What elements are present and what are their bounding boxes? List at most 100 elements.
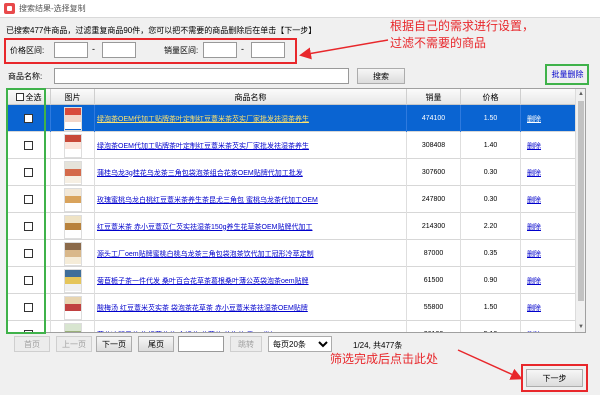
next-step-button[interactable]: 下一步	[526, 369, 583, 387]
product-thumbnail	[63, 133, 82, 158]
table-row[interactable]: 红豆薏米茶 赤小豆薏苡仁芡实祛湿茶150g养生花草茶OEM贴牌代加工 214300…	[7, 213, 585, 240]
product-thumbnail	[63, 322, 82, 332]
row-sales: 55800	[407, 294, 461, 321]
sales-max-input[interactable]	[251, 42, 285, 58]
product-name-link[interactable]: 酸梅汤 红豆薏米芡实茶 袋泡茶花草茶 赤小豆薏米茶祛湿茶OEM贴牌	[95, 303, 321, 313]
row-image-cell	[51, 294, 95, 321]
table-row[interactable]: 绿泡茶OEM代加工贴牌茶叶定制红豆薏米茶芡实厂家批发祛湿茶养生 474100 1.5…	[7, 105, 585, 132]
row-price: 1.50	[461, 294, 521, 321]
delete-link[interactable]: 删除	[521, 330, 541, 333]
row-price: 2.20	[461, 213, 521, 240]
scroll-thumb[interactable]	[578, 101, 584, 301]
prev-page-button[interactable]: 上一页	[56, 336, 92, 352]
row-name-cell: 绿泡茶OEM代加工贴牌茶叶定制红豆薏米茶芡实厂家批发祛湿茶养生	[95, 105, 407, 132]
goto-page-input[interactable]	[178, 336, 224, 352]
row-sales: 308408	[407, 132, 461, 159]
scroll-up-icon[interactable]: ▲	[576, 89, 585, 99]
table-row[interactable]: 蒲桂乌龙3g桂花乌龙茶三角包袋泡茶组合花茶OEM贴牌代加工批发 307600 0.3…	[7, 159, 585, 186]
row-action-cell: 删除	[521, 267, 577, 294]
row-action-cell: 删除	[521, 105, 577, 132]
sales-min-input[interactable]	[203, 42, 237, 58]
row-action-cell: 删除	[521, 159, 577, 186]
row-image-cell	[51, 159, 95, 186]
product-name-link[interactable]: 玫瑰蜜桃乌龙白桃红豆薏米茶养生茶昆尤三角包 蜜桃乌龙茶代加工OEM	[95, 195, 321, 205]
delete-link[interactable]: 删除	[521, 249, 541, 259]
row-name-cell: 蒲桂乌龙3g桂花乌龙茶三角包袋泡茶组合花茶OEM贴牌代加工批发	[95, 159, 407, 186]
row-price: 1.50	[461, 105, 521, 132]
product-name-link[interactable]: 绿泡茶OEM代加工贴牌茶叶定制红豆薏米茶芡实厂家批发祛湿茶养生	[95, 141, 321, 151]
filter-arrow	[299, 39, 389, 60]
delete-link[interactable]: 删除	[521, 222, 541, 232]
batch-delete-button[interactable]: 批量删除	[549, 67, 586, 82]
row-image-cell	[51, 105, 95, 132]
product-name-label: 商品名称:	[8, 72, 43, 81]
table-scrollbar[interactable]: ▲ ▼	[575, 89, 585, 332]
product-thumbnail	[63, 295, 82, 320]
row-name-cell: 红豆薏米茶 赤小豆薏苡仁芡实祛湿茶150g养生花草茶OEM贴牌代加工	[95, 213, 407, 240]
next-page-button[interactable]: 下一页	[96, 336, 132, 352]
product-thumbnail	[63, 106, 82, 131]
row-action-cell: 删除	[521, 132, 577, 159]
first-page-button[interactable]: 首页	[14, 336, 50, 352]
action-header	[521, 89, 577, 105]
row-sales: 307600	[407, 159, 461, 186]
row-image-cell	[51, 267, 95, 294]
product-name-link[interactable]: 红豆薏米茶 赤小豆薏苡仁芡实祛湿茶150g养生花草茶OEM贴牌代加工	[95, 222, 321, 232]
row-action-cell: 删除	[521, 240, 577, 267]
product-thumbnail	[63, 160, 82, 185]
product-name-header: 商品名称	[95, 89, 407, 105]
row-price: 1.40	[461, 132, 521, 159]
row-sales: 61500	[407, 267, 461, 294]
row-price: 5.10	[461, 321, 521, 332]
table-row[interactable]: 菊花决明子茶 枸杞菊花茶 金银花 花草茶 养生茶 手工 代加工OEM 261005…	[7, 321, 585, 333]
row-sales: 474100	[407, 105, 461, 132]
row-name-cell: 玫瑰蜜桃乌龙白桃红豆薏米茶养生茶昆尤三角包 蜜桃乌龙茶代加工OEM	[95, 186, 407, 213]
price-max-input[interactable]	[102, 42, 136, 58]
product-thumbnail	[63, 268, 82, 293]
row-name-cell: 源头工厂oem贴牌蜜桃白桃乌龙茶三角包袋泡茶饮代加工冠形冷萃定制	[95, 240, 407, 267]
product-thumbnail	[63, 241, 82, 266]
price-range-label: 价格区间:	[10, 46, 45, 55]
page-size-select[interactable]: 每页20条	[268, 336, 332, 352]
product-name-input[interactable]	[54, 68, 349, 84]
product-name-link[interactable]: 菊苣栀子茶一件代发 桑叶百合花草茶葛根桑叶薄公英袋泡茶oem贴牌	[95, 276, 321, 286]
table-row[interactable]: 菊苣栀子茶一件代发 桑叶百合花草茶葛根桑叶薄公英袋泡茶oem贴牌 61500 0.9…	[7, 267, 585, 294]
last-page-button[interactable]: 尾页	[138, 336, 174, 352]
table-row[interactable]: 玫瑰蜜桃乌龙白桃红豆薏米茶养生茶昆尤三角包 蜜桃乌龙茶代加工OEM 247800 0…	[7, 186, 585, 213]
results-table: 全选 图片 商品名称 销量 价格 绿泡茶OEM代加工贴牌茶叶定制红豆薏米茶芡实厂…	[6, 88, 586, 333]
price-range-dash: -	[92, 44, 95, 54]
product-thumbnail	[63, 214, 82, 239]
delete-link[interactable]: 删除	[521, 114, 541, 124]
row-image-cell	[51, 240, 95, 267]
next-annotation: 筛选完成后点击此处	[330, 352, 439, 366]
table-row[interactable]: 酸梅汤 红豆薏米芡实茶 袋泡茶花草茶 赤小豆薏米茶祛湿茶OEM贴牌 55800 1.…	[7, 294, 585, 321]
delete-link[interactable]: 删除	[521, 141, 541, 151]
product-name-link[interactable]: 源头工厂oem贴牌蜜桃白桃乌龙茶三角包袋泡茶饮代加工冠形冷萃定制	[95, 249, 321, 259]
row-action-cell: 删除	[521, 321, 577, 333]
row-name-cell: 菊苣栀子茶一件代发 桑叶百合花草茶葛根桑叶薄公英袋泡茶oem贴牌	[95, 267, 407, 294]
delete-link[interactable]: 删除	[521, 195, 541, 205]
delete-link[interactable]: 删除	[521, 168, 541, 178]
table-header: 全选 图片 商品名称 销量 价格	[7, 89, 585, 105]
row-action-cell: 删除	[521, 186, 577, 213]
search-button[interactable]: 搜索	[357, 68, 405, 84]
delete-link[interactable]: 删除	[521, 276, 541, 286]
table-row[interactable]: 源头工厂oem贴牌蜜桃白桃乌龙茶三角包袋泡茶饮代加工冠形冷萃定制 87000 0.3…	[7, 240, 585, 267]
product-name-link[interactable]: 绿泡茶OEM代加工贴牌茶叶定制红豆薏米茶芡实厂家批发祛湿茶养生	[95, 114, 321, 124]
sales-range-dash: -	[241, 44, 244, 54]
delete-link[interactable]: 删除	[521, 303, 541, 313]
product-name-link[interactable]: 菊花决明子茶 枸杞菊花茶 金银花 花草茶 养生茶 手工 代加工OEM	[95, 330, 321, 333]
product-name-link[interactable]: 蒲桂乌龙3g桂花乌龙茶三角包袋泡茶组合花茶OEM贴牌代加工批发	[95, 168, 321, 178]
row-sales: 26100	[407, 321, 461, 332]
scroll-down-icon[interactable]: ▼	[576, 322, 585, 332]
goto-page-button[interactable]: 跳转	[230, 336, 262, 352]
row-price: 0.30	[461, 159, 521, 186]
row-sales: 214300	[407, 213, 461, 240]
row-price: 0.35	[461, 240, 521, 267]
row-price: 0.30	[461, 186, 521, 213]
row-action-cell: 删除	[521, 213, 577, 240]
image-header: 图片	[51, 89, 95, 105]
table-row[interactable]: 绿泡茶OEM代加工贴牌茶叶定制红豆薏米茶芡实厂家批发祛湿茶养生 308408 1.4…	[7, 132, 585, 159]
next-arrow	[457, 349, 523, 380]
price-min-input[interactable]	[54, 42, 88, 58]
